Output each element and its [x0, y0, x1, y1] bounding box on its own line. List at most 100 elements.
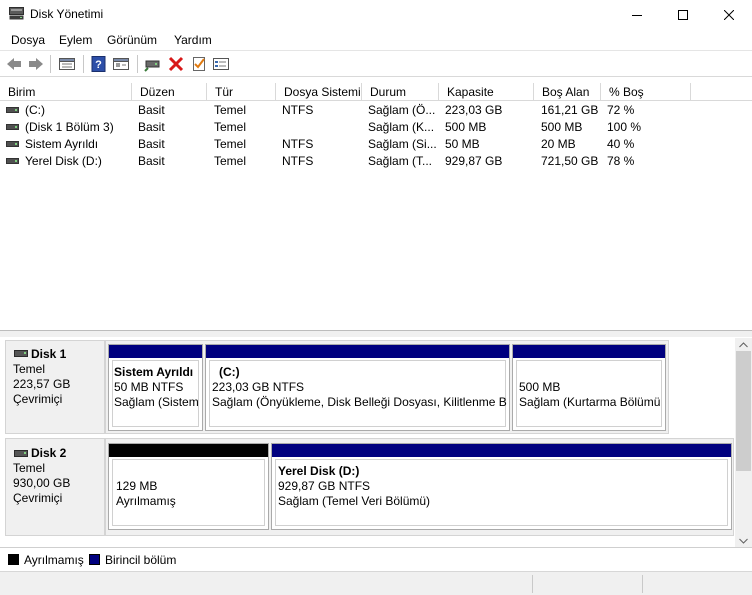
partition-status: Sağlam (Temel Veri Bölümü) — [278, 494, 431, 508]
volume-percent-free: 78 % — [607, 154, 635, 168]
partition-title: Yerel Disk (D:) — [278, 464, 360, 478]
toolbar-separator — [83, 55, 84, 73]
volume-status: Sağlam (T... — [368, 154, 433, 168]
scroll-down-icon[interactable] — [739, 538, 748, 544]
volume-name: Sistem Ayrıldı — [25, 137, 99, 151]
scroll-up-icon[interactable] — [739, 342, 748, 348]
volume-status: Sağlam (K... — [368, 120, 435, 134]
properties-icon[interactable] — [112, 56, 130, 72]
table-row[interactable]: (C:) Basit Temel NTFS Sağlam (Ö... 223,0… — [0, 102, 752, 119]
disk-management-icon — [9, 7, 24, 20]
volume-layout: Basit — [138, 137, 165, 151]
delete-icon[interactable] — [167, 56, 185, 72]
column-header-percent-free[interactable]: % Boş — [601, 83, 691, 101]
partition-size: 129 MB — [116, 479, 158, 493]
unallocated-bar — [109, 444, 268, 457]
legend-unallocated-swatch — [8, 554, 19, 565]
disk-list-icon[interactable] — [58, 56, 76, 72]
volume-capacity: 929,87 GB — [445, 154, 503, 168]
title-bar: Disk Yönetimi — [0, 0, 752, 29]
partition-status: Sağlam (Kurtarma Bölümü — [519, 395, 661, 409]
back-icon[interactable] — [5, 56, 23, 72]
partition-status: Sağlam (Sistem — [114, 395, 199, 409]
legend: Ayrılmamış Birincil bölüm — [0, 547, 752, 571]
volume-name: (Disk 1 Bölüm 3) — [25, 120, 114, 134]
svg-text:?: ? — [95, 59, 102, 71]
volume-layout: Basit — [138, 103, 165, 117]
volume-filesystem: NTFS — [282, 137, 314, 151]
volume-type: Temel — [214, 154, 247, 168]
primary-partition-bar — [513, 345, 665, 358]
volume-free-space: 500 MB — [541, 120, 583, 134]
volume-percent-free: 40 % — [607, 137, 635, 151]
legend-primary-swatch — [89, 554, 100, 565]
legend-primary-label: Birincil bölüm — [105, 553, 177, 567]
column-header-volume[interactable]: Birim — [0, 83, 132, 101]
forward-icon[interactable] — [27, 56, 45, 72]
partition-d[interactable]: Yerel Disk (D:) 929,87 GB NTFS Sağlam (T… — [271, 443, 732, 530]
volume-capacity: 223,03 GB — [445, 103, 503, 117]
volume-percent-free: 100 % — [607, 120, 642, 134]
partition-title: (C:) — [219, 365, 240, 379]
menu-view[interactable]: Görünüm — [107, 33, 157, 47]
partition-c[interactable]: (C:) 223,03 GB NTFS Sağlam (Önyükleme, D… — [205, 344, 510, 431]
scrollbar-thumb[interactable] — [736, 351, 751, 471]
disk-2-label[interactable]: Disk 2 Temel 930,00 GB Çevrimiçi — [5, 438, 105, 536]
maximize-icon — [678, 9, 688, 20]
partition-size: 223,03 GB NTFS — [212, 380, 305, 394]
check-icon[interactable] — [190, 56, 208, 72]
table-row[interactable]: Yerel Disk (D:) Basit Temel NTFS Sağlam … — [0, 153, 752, 170]
column-header-status[interactable]: Durum — [362, 83, 439, 101]
volume-list: Birim Düzen Tür Dosya Sistemi Durum Kapa… — [0, 82, 752, 331]
volume-icon — [6, 107, 19, 113]
disk-size: 930,00 GB — [13, 476, 71, 490]
volume-filesystem: NTFS — [282, 103, 314, 117]
table-row[interactable]: Sistem Ayrıldı Basit Temel NTFS Sağlam (… — [0, 136, 752, 153]
volume-filesystem — [282, 119, 360, 136]
primary-partition-bar — [272, 444, 731, 457]
volume-capacity: 500 MB — [445, 120, 487, 134]
volume-type: Temel — [214, 137, 247, 151]
minimize-button[interactable] — [614, 0, 660, 29]
column-header-layout[interactable]: Düzen — [132, 83, 207, 101]
volume-name: Yerel Disk (D:) — [25, 154, 102, 168]
column-header-free-space[interactable]: Boş Alan — [534, 83, 601, 101]
disk-1-label[interactable]: Disk 1 Temel 223,57 GB Çevrimiçi — [5, 340, 105, 434]
partition-system-reserved[interactable]: Sistem Ayrıldı 50 MB NTFS Sağlam (Sistem — [108, 344, 203, 431]
column-header-type[interactable]: Tür — [207, 83, 276, 101]
table-row[interactable]: (Disk 1 Bölüm 3) Basit Temel Sağlam (K..… — [0, 119, 752, 136]
menu-action[interactable]: Eylem — [59, 33, 92, 47]
partition-status: Ayrılmamış — [116, 494, 176, 508]
connect-icon[interactable] — [144, 56, 162, 72]
volume-free-space: 161,21 GB — [541, 103, 599, 117]
volume-free-space: 20 MB — [541, 137, 576, 151]
menu-bar: Dosya Eylem Görünüm Yardım — [0, 29, 752, 51]
disk-size: 223,57 GB — [13, 377, 71, 391]
partition-unallocated[interactable]: 129 MB Ayrılmamış — [108, 443, 269, 530]
maximize-button[interactable] — [660, 0, 706, 29]
partition-recovery[interactable]: 500 MB Sağlam (Kurtarma Bölümü — [512, 344, 666, 431]
status-bar — [0, 571, 752, 595]
column-header-filesystem[interactable]: Dosya Sistemi — [276, 83, 362, 101]
disk-status: Çevrimiçi — [13, 392, 63, 406]
menu-help[interactable]: Yardım — [174, 33, 212, 47]
disk-name: Disk 1 — [31, 347, 67, 361]
volume-percent-free: 72 % — [607, 103, 635, 117]
disk-type: Temel — [13, 461, 46, 475]
vertical-scrollbar[interactable] — [735, 338, 752, 548]
status-separator — [642, 575, 643, 593]
primary-partition-bar — [109, 345, 202, 358]
column-header-capacity[interactable]: Kapasite — [439, 83, 534, 101]
column-header-filler — [691, 83, 752, 101]
disk-type: Temel — [13, 362, 46, 376]
close-button[interactable] — [706, 0, 752, 29]
menu-file[interactable]: Dosya — [11, 33, 45, 47]
volume-icon — [6, 141, 19, 147]
volume-layout: Basit — [138, 120, 165, 134]
volume-status: Sağlam (Ö... — [368, 103, 436, 117]
legend-unallocated-label: Ayrılmamış — [24, 553, 84, 567]
help-icon[interactable]: ? — [90, 56, 108, 72]
close-icon — [724, 9, 734, 20]
toolbar-separator — [50, 55, 51, 73]
settings-icon[interactable] — [212, 56, 230, 72]
